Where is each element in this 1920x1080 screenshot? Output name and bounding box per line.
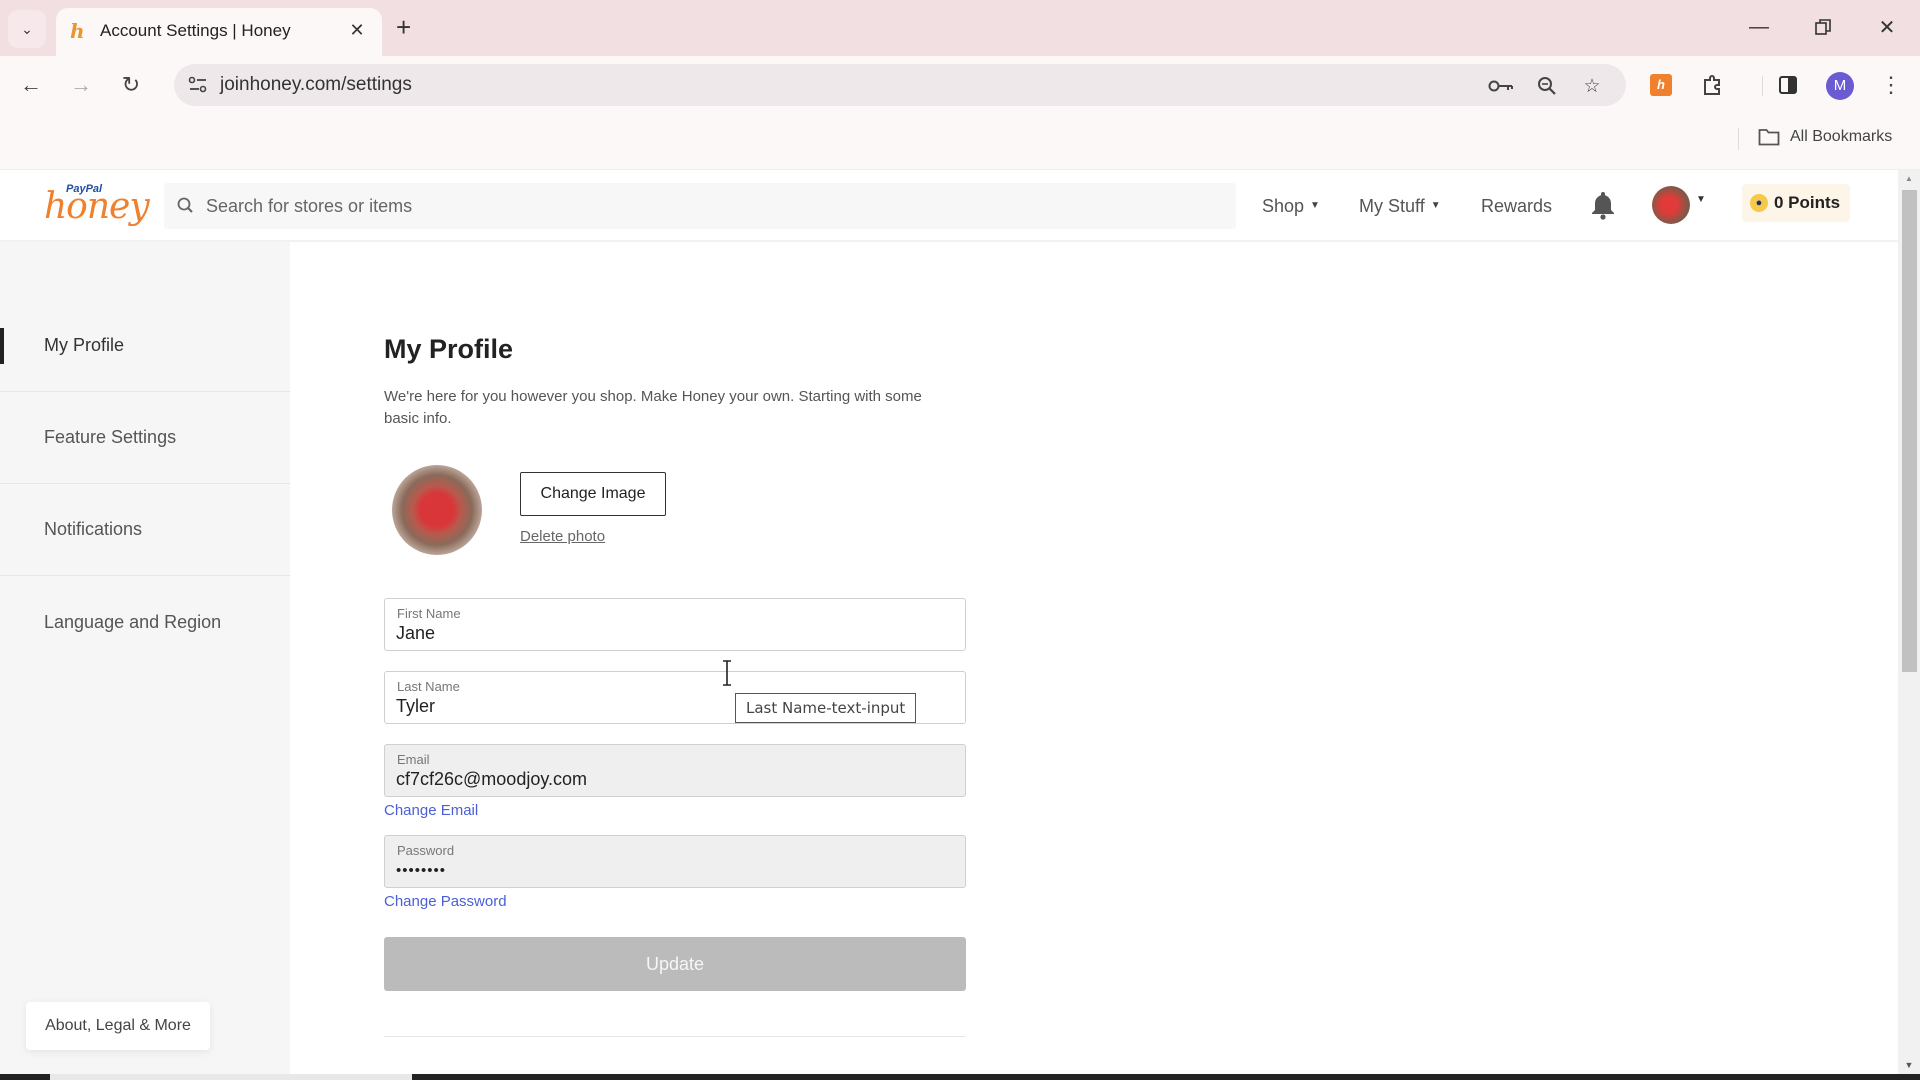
change-image-button[interactable]: Change Image	[520, 472, 666, 516]
new-tab-button[interactable]: +	[396, 14, 411, 40]
sidebar-item-label: My Profile	[44, 335, 125, 355]
notification-bell-icon[interactable]	[1590, 190, 1616, 220]
browser-tab-strip: ⌄ h Account Settings | Honey ✕ + — ✕	[0, 0, 1920, 56]
profile-photo	[392, 465, 482, 555]
password-key-icon[interactable]	[1488, 73, 1514, 99]
site-info-icon[interactable]	[182, 69, 214, 101]
section-divider	[384, 1036, 966, 1037]
search-icon	[177, 197, 193, 213]
search-bar[interactable]	[164, 183, 1236, 229]
sidebar-item-my-profile[interactable]: My Profile	[0, 300, 290, 392]
extensions-puzzle-icon[interactable]	[1700, 72, 1726, 98]
password-field: Password	[384, 835, 966, 888]
tab-search-button[interactable]: ⌄	[8, 10, 46, 48]
user-avatar-button[interactable]	[1652, 186, 1690, 224]
sidebar-item-notifications[interactable]: Notifications	[0, 484, 290, 576]
caret-down-icon: ▼	[1430, 200, 1441, 211]
logo-honey-text: honey	[44, 186, 150, 227]
scrollbar-thumb[interactable]	[1902, 190, 1917, 672]
update-button[interactable]: Update	[384, 937, 966, 991]
all-bookmarks-button[interactable]: All Bookmarks	[1758, 128, 1892, 146]
minimize-icon[interactable]: —	[1744, 12, 1774, 42]
email-label: Email	[397, 752, 430, 767]
site-header: PayPal honey Shop ▼ My Stuff ▼ Rewards ▼…	[0, 170, 1898, 242]
chevron-down-icon: ⌄	[21, 20, 33, 37]
sidebar-item-feature-settings[interactable]: Feature Settings	[0, 392, 290, 484]
nav-shop-label: Shop	[1262, 196, 1305, 216]
paypal-honey-logo[interactable]: PayPal honey	[44, 182, 150, 230]
caret-down-icon: ▼	[1310, 200, 1320, 211]
about-legal-more-button[interactable]: About, Legal & More	[26, 1002, 210, 1050]
search-input[interactable]	[206, 195, 1206, 217]
password-label: Password	[397, 843, 455, 858]
bookmarks-divider	[1738, 128, 1739, 150]
profile-avatar-button[interactable]: M	[1826, 72, 1854, 100]
back-arrow-icon[interactable]: ←	[12, 66, 50, 104]
taskbar-edge	[0, 1074, 1920, 1080]
browser-toolbar: ← → ↻ joinhoney.com/settings ☆ h M ⋮	[0, 56, 1920, 114]
page-title: My Profile	[384, 334, 514, 364]
text-cursor-icon	[723, 660, 731, 686]
scroll-down-arrow-icon[interactable]: ▼	[1898, 1060, 1920, 1074]
points-badge[interactable]: ● 0 Points	[1742, 184, 1850, 222]
honey-extension-icon[interactable]: h	[1648, 72, 1674, 98]
side-panel-icon[interactable]	[1775, 72, 1801, 98]
all-bookmarks-label: All Bookmarks	[1790, 128, 1893, 145]
email-input	[396, 769, 946, 790]
nav-rewards[interactable]: Rewards	[1481, 194, 1552, 218]
points-label: 0 Points	[1774, 193, 1841, 212]
profile-main: My Profile We're here for you however yo…	[290, 242, 1898, 1080]
first-name-field[interactable]: First Name	[384, 598, 966, 651]
restore-icon[interactable]	[1808, 12, 1838, 42]
reload-icon[interactable]: ↻	[112, 66, 150, 104]
window-close-icon[interactable]: ✕	[1872, 12, 1902, 42]
nav-my-stuff-label: My Stuff	[1359, 196, 1425, 216]
page-scrollbar[interactable]: ▲ ▼	[1898, 170, 1920, 1074]
folder-icon	[1758, 129, 1780, 146]
settings-sidebar: My Profile Feature Settings Notification…	[0, 242, 290, 1080]
email-field: Email	[384, 744, 966, 797]
caret-down-icon[interactable]: ▼	[1696, 194, 1706, 205]
page-description: We're here for you however you shop. Mak…	[384, 388, 922, 427]
trophy-icon: ●	[1750, 194, 1768, 212]
url-text[interactable]: joinhoney.com/settings	[220, 74, 412, 96]
taskbar-highlight	[50, 1074, 412, 1080]
tab-close-icon[interactable]: ✕	[346, 19, 368, 41]
sidebar-item-label: Language and Region	[44, 611, 222, 632]
tab-title: Account Settings | Honey	[100, 21, 291, 40]
password-input	[396, 862, 946, 879]
first-name-input[interactable]	[396, 623, 946, 644]
sidebar-item-language-region[interactable]: Language and Region	[0, 576, 290, 668]
last-name-label: Last Name	[397, 679, 460, 694]
bookmark-star-icon[interactable]: ☆	[1579, 73, 1605, 99]
tooltip: Last Name-text-input	[735, 693, 917, 723]
active-indicator	[0, 328, 4, 364]
first-name-label: First Name	[397, 606, 461, 621]
sidebar-item-label: Notifications	[44, 519, 143, 539]
forward-arrow-icon[interactable]: →	[62, 66, 100, 104]
delete-photo-link[interactable]: Delete photo	[520, 528, 605, 545]
browser-tab-active[interactable]: h Account Settings | Honey ✕	[56, 8, 382, 56]
nav-rewards-label: Rewards	[1481, 196, 1553, 216]
change-password-link[interactable]: Change Password	[384, 893, 507, 910]
honey-favicon-icon: h	[70, 19, 85, 43]
bookmarks-bar: All Bookmarks	[0, 114, 1920, 170]
scroll-up-arrow-icon[interactable]: ▲	[1898, 174, 1920, 188]
nav-my-stuff[interactable]: My Stuff ▼	[1359, 194, 1441, 218]
address-bar[interactable]: joinhoney.com/settings ☆	[174, 64, 1626, 106]
kebab-menu-icon[interactable]: ⋮	[1878, 72, 1904, 98]
change-email-link[interactable]: Change Email	[384, 802, 478, 819]
toolbar-divider	[1762, 76, 1763, 96]
nav-shop[interactable]: Shop ▼	[1262, 194, 1320, 218]
sidebar-item-label: Feature Settings	[44, 427, 177, 447]
zoom-magnifier-icon[interactable]	[1534, 73, 1560, 99]
